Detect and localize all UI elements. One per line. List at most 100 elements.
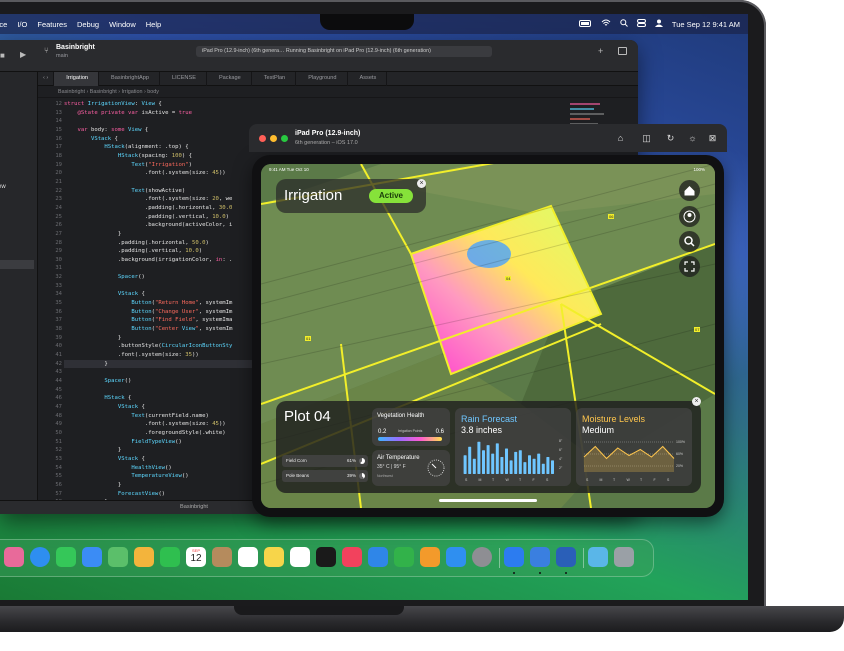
- system-settings-icon[interactable]: [472, 547, 492, 567]
- pages-icon[interactable]: [420, 547, 440, 567]
- tab-license[interactable]: LICENSE: [160, 72, 207, 86]
- app-store-icon[interactable]: [446, 547, 466, 567]
- appearance-icon[interactable]: ☼: [687, 133, 698, 144]
- line-number: 30: [55, 256, 62, 263]
- wind-direction: Northwest: [377, 474, 393, 478]
- running-indicator: [539, 572, 541, 574]
- run-icon[interactable]: ▶: [20, 50, 26, 59]
- breadcrumb[interactable]: Basinbright › Basinbright › Irrigation ›…: [38, 86, 638, 98]
- navigator-selection[interactable]: [0, 260, 34, 269]
- menu-fragment[interactable]: vice: [0, 20, 7, 29]
- simulator-device-name: iPad Pro (12.9-inch): [295, 130, 361, 137]
- home-indicator[interactable]: [439, 499, 537, 502]
- calendar-icon[interactable]: SEP 12: [186, 547, 206, 567]
- dock-separator: [499, 548, 500, 568]
- xcode-icon[interactable]: [504, 547, 524, 567]
- editor-nav-icon[interactable]: ‹ ›: [38, 72, 55, 86]
- line-number: 23: [55, 196, 62, 203]
- tab-basinbrightapp[interactable]: BasinbrightApp: [99, 72, 160, 86]
- simulator-device-subtitle: 6th generation – iOS 17.0: [295, 140, 358, 146]
- screenshot-icon[interactable]: ◫: [641, 133, 652, 144]
- music-icon[interactable]: [342, 547, 362, 567]
- search-icon[interactable]: [620, 19, 628, 29]
- photos-icon[interactable]: [134, 547, 154, 567]
- reminders-icon[interactable]: [238, 547, 258, 567]
- tab-playground[interactable]: Playground: [296, 72, 348, 86]
- downloads-folder-icon[interactable]: [588, 547, 608, 567]
- menu-help[interactable]: Help: [146, 20, 161, 29]
- close-icon[interactable]: ×: [417, 179, 426, 188]
- rain-forecast-card[interactable]: Rain Forecast 3.8 inches 8" 6" 4" 2" S M T W T F S: [455, 408, 571, 486]
- moisture-levels-card[interactable]: Moisture Levels Medium 100% 60% 20% S M T W T F S: [576, 408, 692, 486]
- field-label[interactable]: 04: [505, 276, 512, 281]
- zoom-window-button[interactable]: [281, 135, 288, 142]
- home-icon[interactable]: ⌂: [615, 133, 626, 144]
- line-number: 37: [55, 317, 62, 324]
- crop-row: Pole Beans 39%: [282, 470, 368, 482]
- branch-name[interactable]: main: [56, 53, 68, 59]
- line-number: 50: [55, 429, 62, 436]
- mail-icon[interactable]: [82, 547, 102, 567]
- vegetation-health-card[interactable]: Vegetation Health Irrigation Points 0.2 …: [372, 408, 450, 446]
- activity-view[interactable]: iPad Pro (12.9-inch) (6th genera… Runnin…: [196, 46, 492, 57]
- moisture-day-label: S: [586, 478, 589, 482]
- numbers-icon[interactable]: [394, 547, 414, 567]
- launchpad-icon[interactable]: [4, 547, 24, 567]
- air-temperature-card[interactable]: Air Temperature 35° C | 95° F Northwest: [372, 450, 450, 486]
- field-label[interactable]: 07: [694, 327, 701, 332]
- rain-day-label: S: [465, 478, 468, 482]
- code-line[interactable]: @State private var isActive = true: [64, 109, 638, 118]
- menubar-clock[interactable]: Tue Sep 12 9:41 AM: [672, 20, 740, 29]
- line-number: 40: [55, 343, 62, 350]
- navigator-item[interactable]: ew: [0, 184, 6, 190]
- rain-axis-label: 8": [559, 439, 563, 443]
- moisture-day-label: S: [667, 478, 670, 482]
- menu-io[interactable]: I/O: [17, 20, 27, 29]
- center-view-button[interactable]: [679, 256, 700, 277]
- rain-bar: [486, 445, 490, 474]
- change-user-button[interactable]: [679, 206, 700, 227]
- ipad-screen[interactable]: 06 04 07 01 9:41 AM Tue Oct 10 100% Irrigat…: [261, 164, 715, 508]
- stop-app-icon[interactable]: ⊠: [707, 133, 718, 144]
- inspector-toggle-icon[interactable]: [618, 47, 627, 55]
- contacts-icon[interactable]: [212, 547, 232, 567]
- menu-debug[interactable]: Debug: [77, 20, 99, 29]
- tab-testplan[interactable]: TestPlan: [252, 72, 297, 86]
- line-number: 18: [55, 152, 62, 159]
- control-center-icon[interactable]: [636, 19, 646, 29]
- facetime-icon[interactable]: [160, 547, 180, 567]
- tv-icon[interactable]: [316, 547, 336, 567]
- line-number: 33: [55, 282, 62, 289]
- maps-icon[interactable]: [108, 547, 128, 567]
- user-icon[interactable]: [654, 19, 663, 29]
- wifi-icon[interactable]: [601, 19, 611, 29]
- freeform-icon[interactable]: [290, 547, 310, 567]
- find-field-button[interactable]: [679, 231, 700, 252]
- menu-features[interactable]: Features: [37, 20, 67, 29]
- notes-icon[interactable]: [264, 547, 284, 567]
- simulator-icon[interactable]: [530, 547, 550, 567]
- add-icon[interactable]: +: [598, 46, 603, 56]
- stop-icon[interactable]: ■: [0, 51, 5, 60]
- menu-window[interactable]: Window: [109, 20, 136, 29]
- code-line[interactable]: struct IrrigationView: View {: [64, 100, 638, 109]
- instruments-icon[interactable]: [556, 547, 576, 567]
- tab-assets[interactable]: Assets: [348, 72, 388, 86]
- close-window-button[interactable]: [259, 135, 266, 142]
- rotate-icon[interactable]: ↻: [665, 133, 676, 144]
- trash-icon[interactable]: [614, 547, 634, 567]
- messages-icon[interactable]: [56, 547, 76, 567]
- battery-icon[interactable]: [578, 19, 592, 29]
- keynote-icon[interactable]: [368, 547, 388, 567]
- close-icon[interactable]: ×: [692, 397, 701, 406]
- tab-irrigation[interactable]: Irrigation: [54, 72, 100, 86]
- return-home-button[interactable]: [679, 180, 700, 201]
- line-number: 21: [55, 178, 62, 185]
- field-label[interactable]: 06: [608, 214, 615, 219]
- minimize-window-button[interactable]: [270, 135, 277, 142]
- safari-icon[interactable]: [30, 547, 50, 567]
- tab-package[interactable]: Package: [207, 72, 252, 86]
- field-label[interactable]: 01: [305, 336, 312, 341]
- xcode-navigator: ew: [0, 40, 38, 514]
- active-badge[interactable]: Active: [369, 189, 413, 203]
